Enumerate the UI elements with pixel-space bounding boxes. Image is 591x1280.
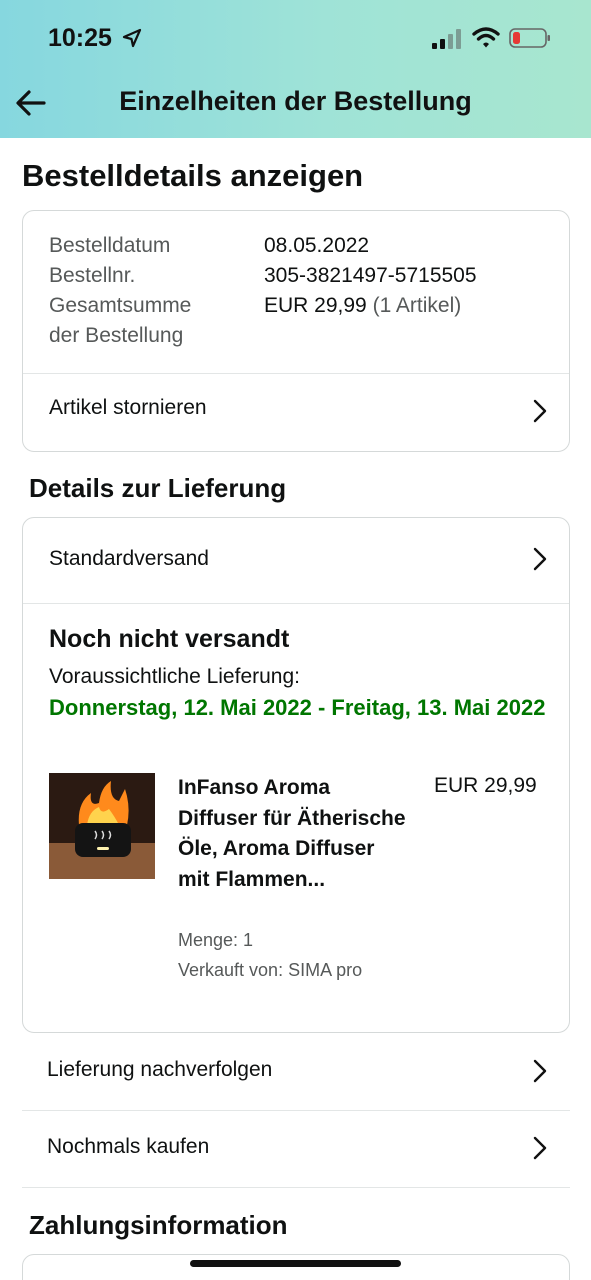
order-summary-card: Bestelldatum 08.05.2022 Bestellnr. 305-3… bbox=[22, 210, 570, 452]
status-time: 10:25 bbox=[48, 24, 112, 52]
shipping-method-row[interactable]: Standardversand bbox=[23, 518, 569, 603]
payment-heading: Zahlungsinformation bbox=[29, 1210, 288, 1240]
battery-low-icon bbox=[509, 28, 550, 48]
order-date-value: 08.05.2022 bbox=[264, 234, 370, 257]
order-total-label-line1: Gesamtsumme bbox=[49, 294, 192, 317]
product-price: EUR 29,99 bbox=[434, 774, 537, 797]
order-total-value: EUR 29,99 (1 Artikel) bbox=[264, 291, 461, 321]
track-delivery-row[interactable]: Lieferung nachverfolgen bbox=[22, 1034, 570, 1111]
top-bar: 10:25 Einzelheiten der Bestellung bbox=[0, 0, 591, 138]
buy-again-row[interactable]: Nochmals kaufen bbox=[22, 1111, 570, 1188]
track-delivery-label: Lieferung nachverfolgen bbox=[47, 1058, 273, 1081]
buy-again-label: Nochmals kaufen bbox=[47, 1135, 210, 1158]
wifi-icon bbox=[472, 27, 500, 48]
location-arrow-icon bbox=[122, 28, 142, 48]
order-item-count: (1 Artikel) bbox=[372, 294, 462, 317]
page-title: Bestelldetails anzeigen bbox=[22, 158, 364, 193]
order-number-value: 305-3821497-5715505 bbox=[264, 264, 477, 287]
order-date-label: Bestelldatum bbox=[49, 234, 171, 257]
payment-card bbox=[22, 1254, 570, 1280]
order-total-label: Gesamtsumme der Bestellung bbox=[49, 291, 191, 351]
shipping-method-label: Standardversand bbox=[49, 547, 209, 570]
product-title[interactable]: InFanso Aroma Diffuser für Ätherische Öl… bbox=[178, 773, 408, 895]
order-total-label-line2: der Bestellung bbox=[49, 324, 184, 347]
chevron-right-icon bbox=[533, 399, 547, 423]
cancel-items-label: Artikel stornieren bbox=[49, 396, 207, 419]
home-indicator bbox=[190, 1260, 401, 1267]
delivery-card: Standardversand Noch nicht versandt Vora… bbox=[22, 517, 570, 1033]
chevron-right-icon bbox=[533, 1059, 547, 1083]
cellular-signal-icon bbox=[432, 29, 461, 49]
chevron-right-icon bbox=[533, 547, 547, 571]
divider bbox=[23, 603, 569, 604]
flame-diffuser-image bbox=[49, 773, 155, 879]
shipping-status: Noch nicht versandt bbox=[49, 625, 290, 653]
eta-label: Voraussichtliche Lieferung: bbox=[49, 665, 300, 688]
eta-date-range: Donnerstag, 12. Mai 2022 - Freitag, 13. … bbox=[49, 695, 546, 720]
delivery-heading: Details zur Lieferung bbox=[29, 473, 287, 503]
product-seller: Verkauft von: SIMA pro bbox=[178, 960, 363, 980]
product-image[interactable] bbox=[49, 773, 155, 879]
order-number-label: Bestellnr. bbox=[49, 264, 136, 287]
order-total-amount: EUR 29,99 bbox=[264, 294, 367, 317]
product-quantity: Menge: 1 bbox=[178, 930, 254, 950]
chevron-right-icon bbox=[533, 1136, 547, 1160]
nav-title: Einzelheiten der Bestellung bbox=[119, 86, 472, 116]
cancel-items-row[interactable]: Artikel stornieren bbox=[23, 374, 569, 451]
